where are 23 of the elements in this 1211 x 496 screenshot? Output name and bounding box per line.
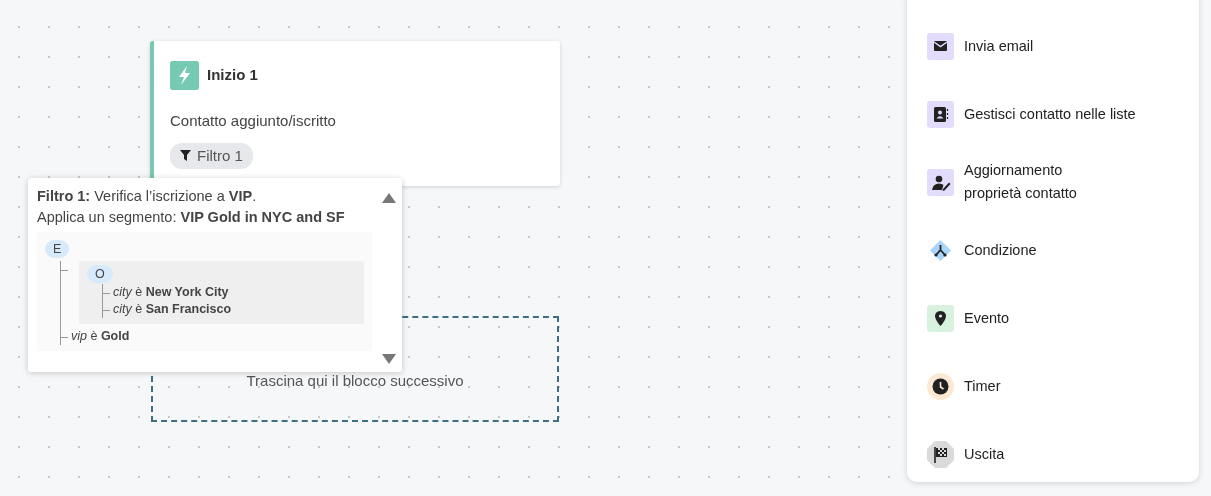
filter-tag[interactable]: Filtro 1 xyxy=(170,142,253,169)
filter-description: Applica un segmento: VIP Gold in NYC and SF xyxy=(37,208,346,227)
block-label[interactable]: Timer xyxy=(964,374,1001,398)
condition-text: vip è Gold xyxy=(71,327,131,345)
condition-text: city è New York City xyxy=(113,283,230,301)
block-label[interactable]: Uscita xyxy=(964,442,1005,466)
block-label[interactable]: Invia email xyxy=(964,34,1034,58)
block-label[interactable]: Gestisci contatto nelle liste xyxy=(964,102,1136,126)
scroll-up-icon[interactable] xyxy=(382,193,396,203)
filter-icon xyxy=(180,150,191,162)
operator-badge: E xyxy=(45,240,70,258)
block-label[interactable]: Evento xyxy=(964,306,1010,330)
operator-badge: O xyxy=(87,264,113,283)
start-node-card[interactable]: Inizio 1 Contatto aggiunto/iscritto Filtro 1 xyxy=(150,41,560,186)
drop-zone-label: Trascina qui il blocco successivo xyxy=(246,370,464,391)
block-label[interactable]: Aggiornamento proprietà contatto xyxy=(964,159,1077,205)
lightning-icon xyxy=(170,61,199,90)
node-title: Inizio 1 xyxy=(207,65,258,86)
condition-text: city è San Francisco xyxy=(113,300,233,318)
trigger-text: Contatto aggiunto/iscritto xyxy=(170,111,337,131)
block-label[interactable]: Condizione xyxy=(964,238,1037,262)
scroll-down-icon[interactable] xyxy=(382,354,396,364)
filter-description: Filtro 1: Verifica l’iscrizione a VIP. xyxy=(37,187,258,206)
